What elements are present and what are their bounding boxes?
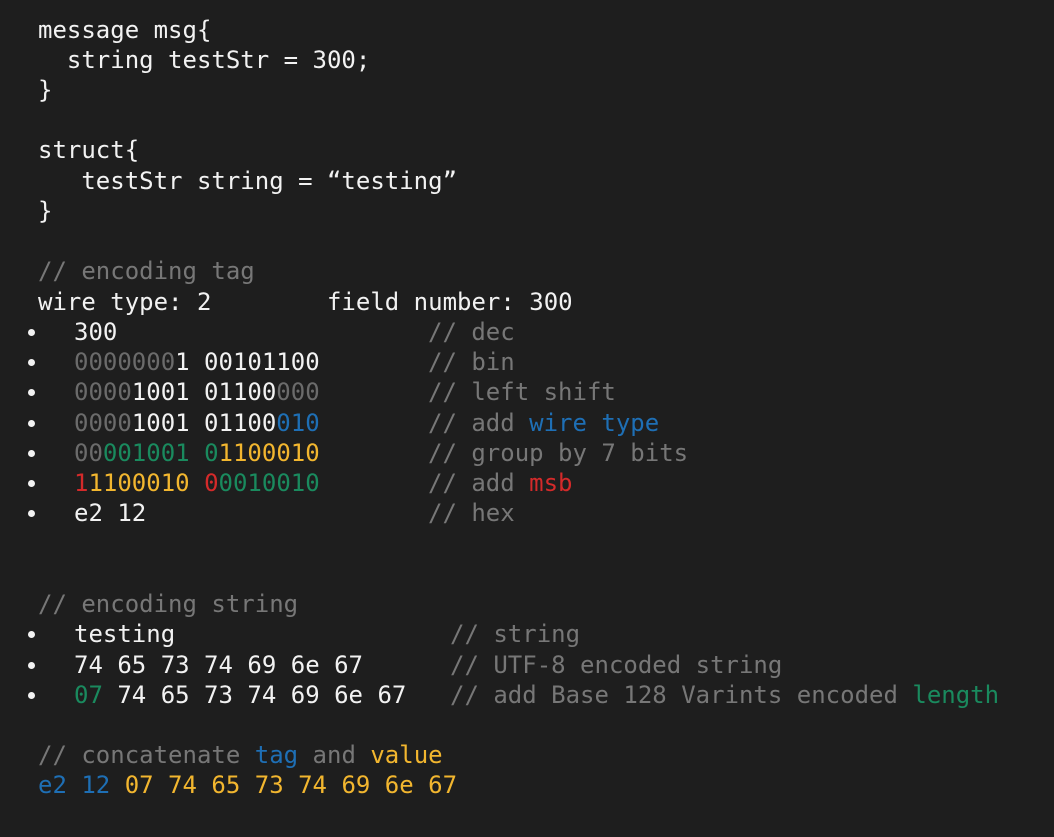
message-field: string testStr = 300; bbox=[38, 46, 371, 74]
row-comment: // UTF-8 encoded string bbox=[450, 651, 783, 679]
encoding-tag-comment: // encoding tag bbox=[38, 257, 255, 285]
row-comment: // string bbox=[450, 620, 581, 648]
row-value: 07 74 65 73 74 69 6e 67 bbox=[74, 681, 407, 709]
row-value: 74 65 73 74 69 6e 67 bbox=[74, 651, 363, 679]
bullet-icon bbox=[28, 408, 40, 438]
row-comment: // bin bbox=[428, 348, 515, 376]
concatenate-comment: // concatenate tag and value bbox=[38, 741, 443, 769]
encoding-string-comment: // encoding string bbox=[38, 590, 299, 618]
concatenated-result: e2 12 07 74 65 73 74 69 6e 67 bbox=[38, 771, 458, 799]
struct-field: testStr string = “testing” bbox=[38, 167, 458, 195]
struct-close-brace: } bbox=[38, 197, 53, 225]
row-comment: // group by 7 bits bbox=[428, 439, 689, 467]
row-value: testing bbox=[74, 620, 176, 648]
bullet-icon bbox=[28, 317, 40, 347]
row-value: 11100010 00010010 bbox=[74, 469, 320, 497]
bullet-icon bbox=[28, 498, 40, 528]
row-comment: // dec bbox=[428, 318, 515, 346]
row-comment: // add wire type bbox=[428, 409, 660, 437]
bullet-icon bbox=[28, 377, 40, 407]
row-value: e2 12 bbox=[74, 499, 147, 527]
row-value: 00001001 01100000 bbox=[74, 378, 320, 406]
row-comment: // left shift bbox=[428, 378, 616, 406]
row-comment: // add msb bbox=[428, 469, 573, 497]
message-close-brace: } bbox=[38, 76, 53, 104]
message-declaration: message msg{ bbox=[38, 16, 212, 44]
bullet-icon bbox=[28, 650, 40, 680]
code-document: message msg{ string testStr = 300; } str… bbox=[0, 0, 1054, 837]
row-value: 00001001 01100010 bbox=[74, 409, 320, 437]
row-value: 300 bbox=[74, 318, 118, 346]
row-comment: // add Base 128 Varints encoded length bbox=[450, 681, 1000, 709]
bullet-icon bbox=[28, 468, 40, 498]
row-comment: // hex bbox=[428, 499, 515, 527]
bullet-icon bbox=[28, 438, 40, 468]
bullet-icon bbox=[28, 680, 40, 710]
wire-type-field-number-header: wire type: 2 field number: 300 bbox=[38, 288, 573, 316]
row-value: 00001001 01100010 bbox=[74, 439, 320, 467]
row-value: 00000001 00101100 bbox=[74, 348, 320, 376]
bullet-icon bbox=[28, 347, 40, 377]
bullet-icon bbox=[28, 619, 40, 649]
struct-declaration: struct{ bbox=[38, 136, 140, 164]
